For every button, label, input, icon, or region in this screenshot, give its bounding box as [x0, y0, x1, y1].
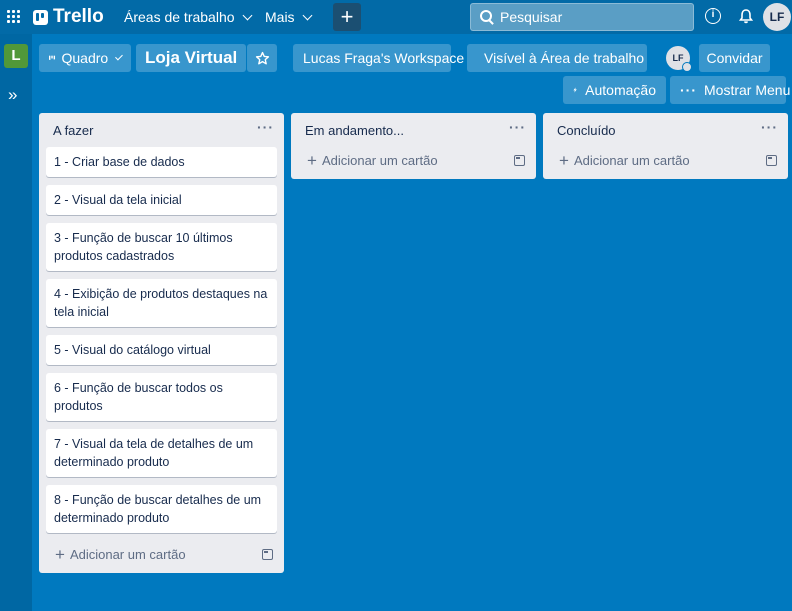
card-template-icon[interactable]	[514, 155, 525, 166]
info-icon[interactable]: i	[705, 8, 721, 24]
user-avatar[interactable]: LF	[763, 3, 791, 31]
more-menu-button[interactable]: Mais	[259, 6, 317, 28]
create-button[interactable]: +	[333, 3, 361, 31]
automation-button[interactable]: Automação	[563, 76, 666, 104]
card[interactable]: 6 - Função de buscar todos os produtos	[46, 373, 277, 421]
admin-badge-icon	[682, 62, 692, 72]
card[interactable]: 5 - Visual do catálogo virtual	[46, 335, 277, 365]
app-switcher-icon[interactable]	[7, 10, 21, 24]
invite-label: Convidar	[706, 50, 763, 66]
trello-logo-icon	[33, 9, 48, 25]
add-card-button[interactable]: + Adicionar um cartão	[298, 147, 529, 173]
visibility-button[interactable]: Visível à Área de trabalho	[467, 44, 647, 72]
card[interactable]: 1 - Criar base de dados	[46, 147, 277, 177]
card-template-icon[interactable]	[766, 155, 777, 166]
workspaces-menu-label: Áreas de trabalho	[124, 9, 235, 25]
list-concluido: Concluído ··· + Adicionar um cartão	[543, 113, 788, 179]
list-title[interactable]: Em andamento...	[305, 123, 404, 138]
board-view-label: Quadro	[61, 50, 109, 66]
plus-icon: +	[55, 544, 65, 564]
add-card-label: Adicionar um cartão	[573, 152, 690, 168]
add-card-button[interactable]: + Adicionar um cartão	[46, 541, 277, 567]
list-header: A fazer ···	[39, 113, 284, 147]
chevron-down-icon	[115, 52, 123, 60]
star-board-button[interactable]	[247, 44, 277, 72]
search-input[interactable]	[500, 9, 680, 25]
list-header: Concluído ···	[543, 113, 788, 147]
list-header: Em andamento... ···	[291, 113, 536, 147]
list-title[interactable]: A fazer	[53, 123, 93, 138]
plus-icon: +	[559, 150, 569, 170]
chevron-down-icon	[302, 10, 313, 20]
add-card-label: Adicionar um cartão	[321, 152, 438, 168]
notifications-bell-icon[interactable]	[738, 8, 754, 24]
search-box[interactable]	[470, 3, 694, 31]
list-em-andamento: Em andamento... ··· + Adicionar um cartã…	[291, 113, 536, 179]
show-menu-button[interactable]: ··· Mostrar Menu	[670, 76, 790, 104]
card[interactable]: 2 - Visual da tela inicial	[46, 185, 277, 215]
show-menu-label: Mostrar Menu	[704, 82, 791, 98]
list-a-fazer: A fazer ··· 1 - Criar base de dados 2 - …	[39, 113, 284, 573]
board-view-switcher[interactable]: Quadro	[39, 44, 131, 72]
board-member-initials: LF	[672, 53, 684, 63]
search-icon	[480, 10, 494, 24]
lightning-icon	[573, 87, 577, 93]
workspace-button[interactable]: Lucas Fraga's Workspace	[293, 44, 464, 72]
workspace-badge[interactable]: L	[4, 44, 28, 68]
card-template-icon[interactable]	[262, 549, 273, 560]
more-menu-label: Mais	[265, 9, 295, 25]
board-member-avatar[interactable]: LF	[666, 46, 692, 72]
board-title[interactable]: Loja Virtual	[136, 44, 247, 72]
card[interactable]: 3 - Função de buscar 10 últimos produtos…	[46, 223, 277, 271]
add-card-button[interactable]: + Adicionar um cartão	[550, 147, 781, 173]
more-options-icon: ···	[680, 82, 697, 98]
list-actions-icon[interactable]: ···	[761, 119, 778, 135]
expand-sidebar-icon[interactable]: »	[8, 86, 17, 103]
visibility-label: Visível à Área de trabalho	[484, 50, 645, 66]
list-title[interactable]: Concluído	[557, 123, 616, 138]
invite-button[interactable]: Convidar	[699, 44, 770, 72]
top-navigation-bar: Trello Áreas de trabalho Mais + i LF	[0, 0, 792, 34]
card[interactable]: 4 - Exibição de produtos destaques na te…	[46, 279, 277, 327]
add-card-label: Adicionar um cartão	[69, 546, 186, 562]
trello-logo[interactable]: Trello	[33, 6, 104, 28]
workspaces-menu-button[interactable]: Áreas de trabalho	[118, 6, 257, 28]
card[interactable]: 7 - Visual da tela de detalhes de um det…	[46, 429, 277, 477]
card[interactable]: 8 - Função de buscar detalhes de um dete…	[46, 485, 277, 533]
star-icon	[255, 51, 269, 64]
automation-label: Automação	[585, 82, 656, 98]
board-view-icon	[49, 55, 56, 60]
app-name: Trello	[53, 6, 104, 27]
workspace-sidebar: L »	[0, 34, 32, 611]
workspace-name: Lucas Fraga's Workspace	[303, 50, 465, 66]
plus-icon: +	[307, 150, 317, 170]
list-actions-icon[interactable]: ···	[509, 119, 526, 135]
list-actions-icon[interactable]: ···	[257, 119, 274, 135]
chevron-down-icon	[242, 10, 252, 20]
